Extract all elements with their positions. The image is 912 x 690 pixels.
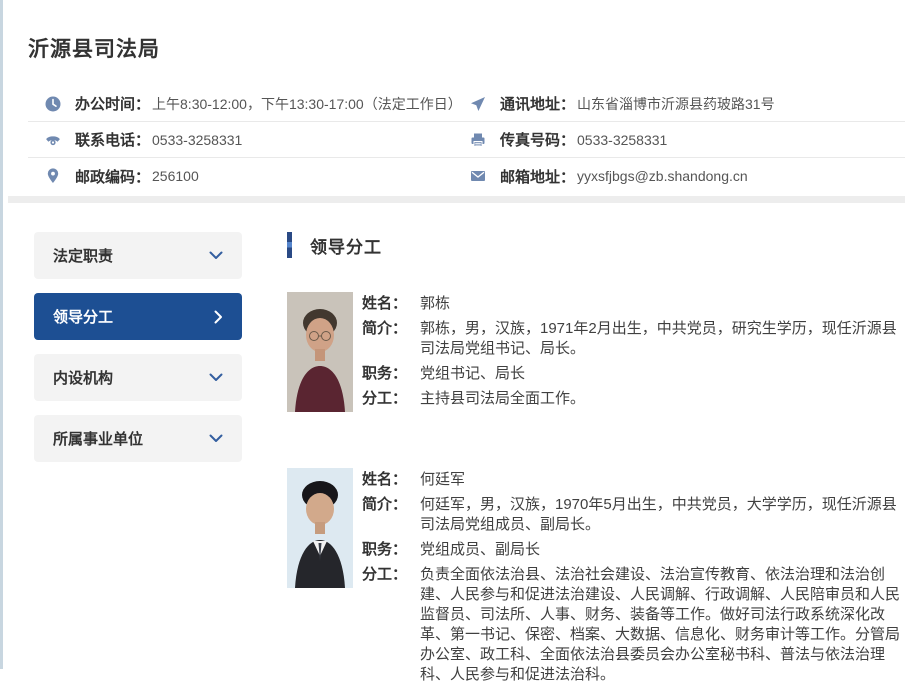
leader-profile: 姓名： 郭栋 简介： 郭栋，男，汉族，1971年2月出生，中共党员，研究生学历，… (287, 292, 905, 414)
mail-icon (470, 168, 486, 184)
sidebar-item-label: 法定职责 (53, 245, 113, 266)
field-value: 党组书记、局长 (420, 364, 525, 384)
leader-photo (287, 292, 353, 412)
contact-value: 山东省淄博市沂源县药玻路31号 (577, 94, 775, 114)
contact-email: 邮箱地址： yyxsfjbgs@zb.shandong.cn (470, 166, 905, 187)
contact-value: 0533-3258331 (577, 132, 667, 148)
field-label: 简介： (362, 319, 420, 359)
field-label: 简介： (362, 495, 420, 535)
field-value: 何廷军，男，汉族，1970年5月出生，中共党员，大学学历，现任沂源县司法局党组成… (420, 495, 905, 535)
field-label: 分工： (362, 389, 420, 409)
contact-info-table: 办公时间： 上午8:30-12:00，下午13:30-17:00（法定工作日） … (28, 86, 905, 194)
contact-value: 256100 (152, 168, 199, 184)
sidebar-menu: 法定职责 领导分工 内设机构 所属事业单位 (34, 232, 242, 476)
contact-label: 邮箱地址： (500, 166, 575, 187)
chevron-down-icon (209, 251, 223, 260)
portrait-photo-1 (287, 292, 353, 412)
field-title: 职务： 党组书记、局长 (362, 364, 905, 384)
field-label: 姓名： (362, 470, 420, 490)
section-heading: 领导分工 (287, 232, 905, 258)
leader-fields: 姓名： 何廷军 简介： 何廷军，男，汉族，1970年5月出生，中共党员，大学学历… (362, 468, 905, 690)
field-duty: 分工： 主持县司法局全面工作。 (362, 389, 905, 409)
field-value: 党组成员、副局长 (420, 540, 540, 560)
sidebar-item-leadership[interactable]: 领导分工 (34, 293, 242, 340)
contact-label: 传真号码： (500, 129, 575, 150)
contact-phone: 联系电话： 0533-3258331 (28, 129, 470, 150)
leader-fields: 姓名： 郭栋 简介： 郭栋，男，汉族，1971年2月出生，中共党员，研究生学历，… (362, 292, 905, 414)
field-value: 负责全面依法治县、法治社会建设、法治宣传教育、依法治理和法治创建、人民参与和促进… (420, 565, 905, 685)
field-bio: 简介： 郭栋，男，汉族，1971年2月出生，中共党员，研究生学历，现任沂源县司法… (362, 319, 905, 359)
map-pin-icon (45, 168, 61, 184)
field-value: 主持县司法局全面工作。 (420, 389, 585, 409)
field-label: 职务： (362, 364, 420, 384)
sidebar-item-internal-orgs[interactable]: 内设机构 (34, 354, 242, 401)
field-bio: 简介： 何廷军，男，汉族，1970年5月出生，中共党员，大学学历，现任沂源县司法… (362, 495, 905, 535)
field-label: 职务： (362, 540, 420, 560)
contact-label: 邮政编码： (75, 166, 150, 187)
page-left-border (0, 0, 3, 669)
page-title: 沂源县司法局 (28, 33, 160, 63)
sidebar-item-label: 所属事业单位 (53, 428, 143, 449)
field-label: 分工： (362, 565, 420, 685)
contact-postcode: 邮政编码： 256100 (28, 166, 470, 187)
contact-value: 0533-3258331 (152, 132, 242, 148)
field-label: 姓名： (362, 294, 420, 314)
location-arrow-icon (470, 96, 486, 112)
chevron-right-icon (214, 310, 223, 324)
heading-marker (287, 232, 292, 258)
field-title: 职务： 党组成员、副局长 (362, 540, 905, 560)
contact-label: 办公时间： (75, 93, 150, 114)
clock-icon (45, 96, 61, 112)
contact-label: 联系电话： (75, 129, 150, 150)
sidebar-item-label: 内设机构 (53, 367, 113, 388)
field-value: 郭栋 (420, 294, 450, 314)
contact-row: 办公时间： 上午8:30-12:00，下午13:30-17:00（法定工作日） … (28, 86, 905, 122)
phone-icon (45, 132, 61, 148)
sidebar-item-legal-duties[interactable]: 法定职责 (34, 232, 242, 279)
contact-office-hours: 办公时间： 上午8:30-12:00，下午13:30-17:00（法定工作日） (28, 93, 470, 114)
contact-address: 通讯地址： 山东省淄博市沂源县药玻路31号 (470, 93, 905, 114)
contact-value: yyxsfjbgs@zb.shandong.cn (577, 168, 748, 184)
sidebar-item-affiliated-units[interactable]: 所属事业单位 (34, 415, 242, 462)
leader-photo (287, 468, 353, 588)
field-name: 姓名： 何廷军 (362, 470, 905, 490)
field-value: 何廷军 (420, 470, 465, 490)
contact-row: 联系电话： 0533-3258331 传真号码： 0533-3258331 (28, 122, 905, 158)
contact-value: 上午8:30-12:00，下午13:30-17:00（法定工作日） (152, 94, 462, 114)
chevron-down-icon (209, 373, 223, 382)
chevron-down-icon (209, 434, 223, 443)
section-divider (8, 196, 905, 203)
main-content: 领导分工 姓名： 郭栋 简介： 郭栋，男，汉族，1971年2月出生，中共党员， (287, 228, 905, 690)
portrait-photo-2 (287, 468, 353, 588)
contact-row: 邮政编码： 256100 邮箱地址： yyxsfjbgs@zb.shandong… (28, 158, 905, 194)
leader-profile: 姓名： 何廷军 简介： 何廷军，男，汉族，1970年5月出生，中共党员，大学学历… (287, 468, 905, 690)
field-value: 郭栋，男，汉族，1971年2月出生，中共党员，研究生学历，现任沂源县司法局党组书… (420, 319, 905, 359)
heading-text: 领导分工 (310, 233, 382, 258)
sidebar-item-label: 领导分工 (53, 306, 113, 327)
fax-icon (470, 132, 486, 148)
field-duty: 分工： 负责全面依法治县、法治社会建设、法治宣传教育、依法治理和法治创建、人民参… (362, 565, 905, 685)
contact-fax: 传真号码： 0533-3258331 (470, 129, 905, 150)
contact-label: 通讯地址： (500, 93, 575, 114)
field-name: 姓名： 郭栋 (362, 294, 905, 314)
